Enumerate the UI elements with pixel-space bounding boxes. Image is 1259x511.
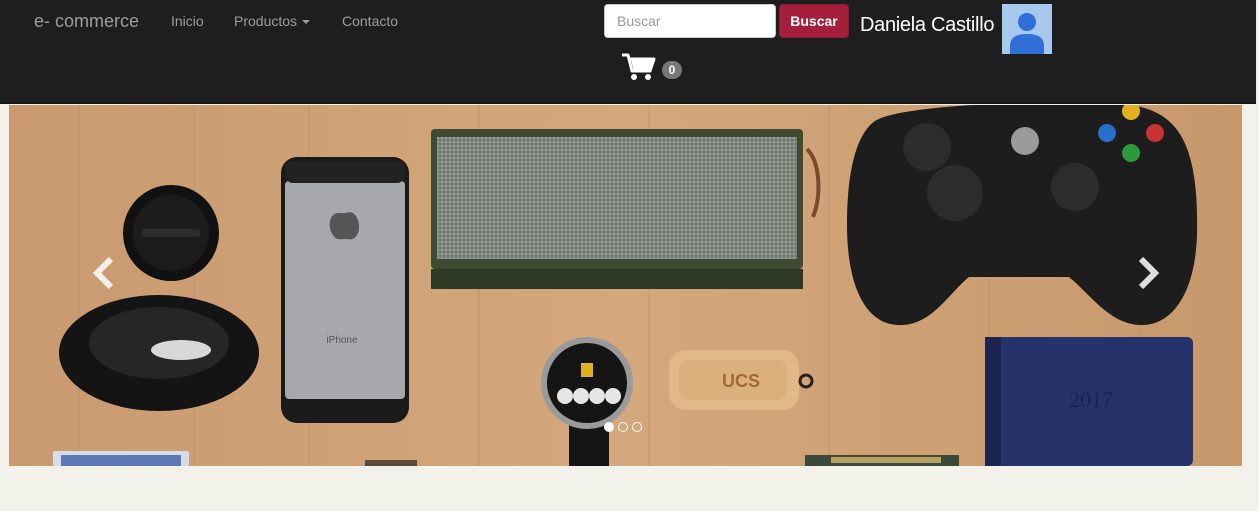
search-input[interactable]: [604, 4, 776, 38]
brand-link[interactable]: e- commerce: [34, 11, 139, 32]
nav-link-contacto[interactable]: Contacto: [342, 13, 398, 29]
carousel-indicators: [604, 419, 646, 432]
chevron-left-icon: [92, 256, 114, 290]
carousel-indicator-2[interactable]: [618, 422, 628, 432]
usb-label: UCS: [722, 371, 760, 391]
search-button[interactable]: Buscar: [779, 4, 849, 38]
phone-label: iPhone: [326, 335, 358, 346]
user-silhouette-icon: [1010, 13, 1044, 54]
carousel-indicator-1[interactable]: [604, 422, 614, 432]
nav-link-productos-label: Productos: [234, 13, 298, 29]
nav-link-productos[interactable]: Productos: [234, 13, 311, 29]
chevron-right-icon: [1138, 256, 1160, 290]
carousel-slide-image: iPhone UCS 2017: [9, 105, 1242, 466]
user-name[interactable]: Daniela Castillo: [860, 14, 994, 37]
cart-count-badge: 0: [662, 61, 682, 79]
caret-down-icon: [302, 20, 311, 25]
nav-link-inicio[interactable]: Inicio: [171, 13, 204, 29]
user-avatar[interactable]: [1002, 4, 1052, 54]
carousel-next-button[interactable]: [1127, 255, 1167, 291]
navbar: e- commerce Inicio Productos Contacto Bu…: [0, 0, 1256, 104]
hero-carousel[interactable]: iPhone UCS 2017: [9, 105, 1242, 466]
shopping-cart-icon[interactable]: [621, 52, 657, 82]
carousel-prev-button[interactable]: [85, 255, 125, 291]
carousel-indicator-3[interactable]: [632, 422, 642, 432]
notebook-label: 2017: [1069, 387, 1113, 412]
